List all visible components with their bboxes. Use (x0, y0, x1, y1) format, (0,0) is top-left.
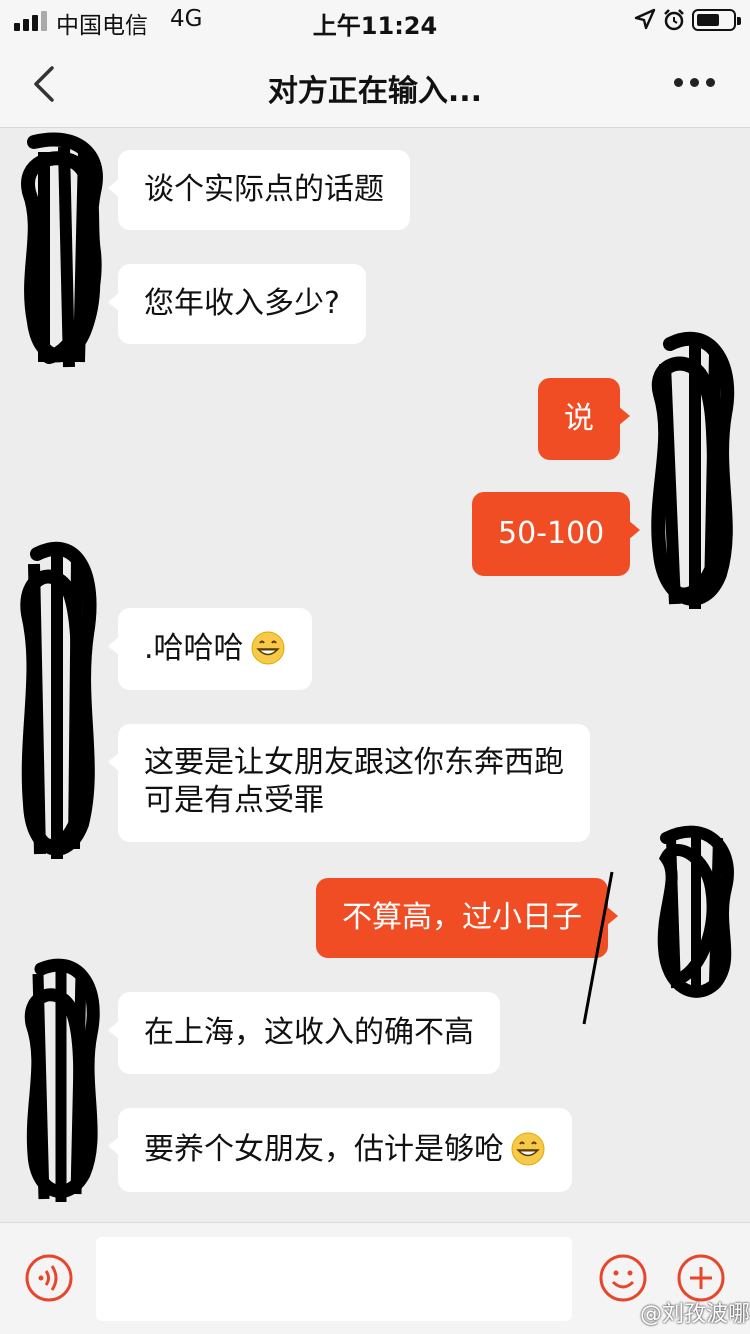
message-bubble-incoming: 在上海，这收入的确不高 (108, 992, 500, 1074)
location-arrow-icon (634, 8, 656, 30)
redacted-avatar (24, 958, 100, 1202)
watermark: @刘孜波哪 (640, 1302, 750, 1327)
nav-bar: 对方正在输入... (0, 40, 750, 128)
message-text-field[interactable] (96, 1237, 572, 1321)
scribble-stroke (582, 871, 614, 1025)
redacted-avatar (651, 331, 735, 609)
voice-icon[interactable] (24, 1253, 74, 1303)
redacted-avatar (21, 132, 103, 368)
redacted-avatar (657, 825, 734, 998)
message-bubble-incoming: 谈个实际点的话题 (108, 150, 410, 230)
grin-emoji-icon (511, 1132, 545, 1165)
more-options-icon[interactable] (674, 78, 716, 88)
alarm-icon (664, 9, 684, 31)
message-input-bar (0, 1222, 750, 1334)
redacted-avatar (20, 541, 97, 859)
message-bubble-outgoing: 不算高，过小日子 (316, 878, 618, 958)
message-bubble-incoming: 要养个女朋友，估计是够呛 (108, 1108, 572, 1192)
status-bar: 中国电信 4G 上午11:24 (0, 0, 750, 40)
page-title: 对方正在输入... (267, 74, 483, 109)
battery-icon (692, 9, 741, 31)
chat-area[interactable]: 谈个实际点的话题 您年收入多少? 说 50-100 .哈哈哈 这要是让女朋友跟这… (0, 128, 750, 1222)
message-line: 可是有点受罪 (144, 783, 324, 818)
message-bubble-outgoing: 50-100 (472, 492, 641, 576)
message-line: 这要是让女朋友跟这你东奔西跑 (144, 745, 564, 780)
message-bubble-incoming: 这要是让女朋友跟这你东奔西跑 可是有点受罪 (108, 724, 590, 842)
message-bubble-outgoing: 说 (538, 378, 630, 460)
message-bubble-incoming: 您年收入多少? (108, 264, 366, 344)
message-bubble-incoming: .哈哈哈 (108, 608, 312, 690)
grin-emoji-icon (251, 631, 285, 664)
